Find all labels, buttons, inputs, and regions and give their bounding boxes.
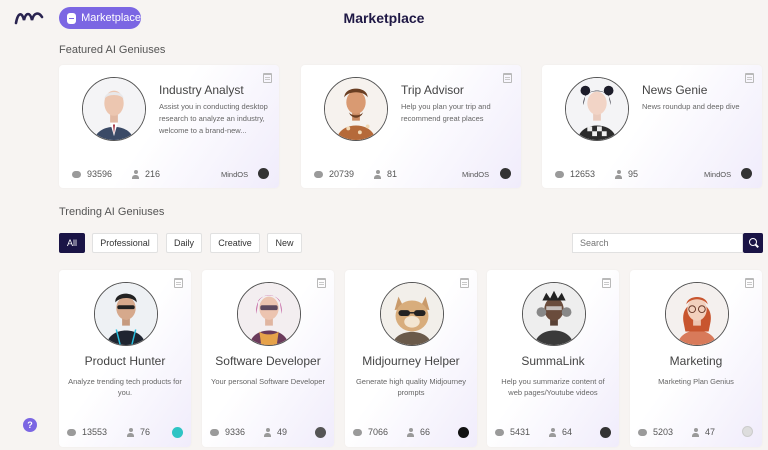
chat-icon	[72, 170, 81, 178]
genius-description: Marketing Plan Genius	[658, 377, 734, 386]
chat-count: 93596	[72, 169, 112, 179]
avatar	[665, 282, 729, 346]
chat-count: 5431	[495, 427, 530, 437]
user-icon	[407, 427, 414, 437]
trash-icon[interactable]	[460, 278, 469, 288]
chat-icon	[67, 428, 76, 436]
user-count: 66	[407, 427, 430, 437]
genius-name: Marketing	[669, 354, 723, 368]
trending-card-marketing[interactable]: Marketing Marketing Plan Genius 5203 47	[630, 270, 762, 447]
chat-icon	[638, 428, 647, 436]
genius-name: Midjourney Helper	[362, 354, 460, 368]
help-button[interactable]: ?	[23, 418, 37, 432]
user-icon	[374, 169, 381, 179]
filter-daily[interactable]: Daily	[166, 233, 202, 253]
owner-badge-icon	[458, 427, 469, 438]
user-icon	[132, 169, 139, 179]
user-icon	[692, 427, 699, 437]
user-icon	[549, 427, 556, 437]
trending-card-software-developer[interactable]: Software Developer Your personal Softwar…	[202, 270, 334, 447]
owner-badge-icon	[741, 168, 752, 179]
owner-badge-icon	[315, 427, 326, 438]
avatar	[324, 77, 388, 141]
owner-label: MindOS	[221, 170, 249, 179]
trash-icon[interactable]	[602, 278, 611, 288]
trash-icon[interactable]	[174, 278, 183, 288]
avatar	[380, 282, 444, 346]
genius-name: Trip Advisor	[401, 83, 464, 97]
genius-description: Analyze trending tech products for you.	[68, 377, 182, 397]
user-count: 49	[264, 427, 287, 437]
chat-icon	[314, 170, 323, 178]
chat-count: 13553	[67, 427, 107, 437]
user-count: 95	[615, 169, 638, 179]
genius-description: Assist you in conducting desktop researc…	[159, 102, 268, 135]
avatar	[82, 77, 146, 141]
search-input[interactable]	[572, 233, 743, 253]
trash-icon[interactable]	[317, 278, 326, 288]
featured-card-industry-analyst[interactable]: Industry Analyst Assist you in conductin…	[59, 65, 279, 188]
user-icon	[264, 427, 271, 437]
user-count: 216	[132, 169, 160, 179]
trash-icon[interactable]	[263, 73, 272, 83]
genius-name: Industry Analyst	[159, 83, 244, 97]
chat-icon	[353, 428, 362, 436]
owner-badge-icon	[600, 427, 611, 438]
genius-name: Software Developer	[215, 354, 321, 368]
avatar	[237, 282, 301, 346]
user-count: 47	[692, 427, 715, 437]
user-icon	[615, 169, 622, 179]
owner-badge-icon	[172, 427, 183, 438]
search-button[interactable]	[743, 233, 763, 253]
genius-name: News Genie	[642, 83, 708, 97]
genius-description: Help you summarize content of web pages/…	[501, 377, 605, 397]
owner-badge-icon	[258, 168, 269, 179]
chat-count: 9336	[210, 427, 245, 437]
trash-icon[interactable]	[745, 73, 754, 83]
genius-description: Your personal Software Developer	[211, 377, 325, 386]
chat-count: 20739	[314, 169, 354, 179]
trash-icon[interactable]	[745, 278, 754, 288]
avatar	[522, 282, 586, 346]
filter-creative[interactable]: Creative	[210, 233, 260, 253]
trending-card-midjourney-helper[interactable]: Midjourney Helper Generate high quality …	[345, 270, 477, 447]
page-title: Marketplace	[343, 10, 425, 26]
genius-description: Help you plan your trip and recommend gr…	[401, 102, 491, 123]
genius-name: Product Hunter	[84, 354, 166, 368]
filter-new[interactable]: New	[267, 233, 302, 253]
filter-all[interactable]: All	[59, 233, 85, 253]
avatar	[565, 77, 629, 141]
owner-label: MindOS	[704, 170, 732, 179]
filter-professional[interactable]: Professional	[92, 233, 158, 253]
featured-heading: Featured AI Geniuses	[59, 44, 166, 56]
trending-card-product-hunter[interactable]: Product Hunter Analyze trending tech pro…	[59, 270, 191, 447]
trending-heading: Trending AI Geniuses	[59, 206, 165, 218]
genius-name: SummaLink	[521, 354, 585, 368]
chat-count: 7066	[353, 427, 388, 437]
trash-icon[interactable]	[503, 73, 512, 83]
trending-card-summalink[interactable]: SummaLink Help you summarize content of …	[487, 270, 619, 447]
owner-label: MindOS	[462, 170, 490, 179]
genius-description: News roundup and deep dive	[642, 102, 740, 111]
featured-card-news-genie[interactable]: News Genie News roundup and deep dive 12…	[542, 65, 762, 188]
owner-badge-icon	[742, 426, 753, 437]
genius-description: Generate high quality Midjourney prompts	[355, 377, 467, 397]
chat-count: 12653	[555, 169, 595, 179]
chat-icon	[210, 428, 219, 436]
chat-icon	[555, 170, 564, 178]
chat-count: 5203	[638, 427, 673, 437]
avatar	[94, 282, 158, 346]
user-count: 81	[374, 169, 397, 179]
owner-badge-icon	[500, 168, 511, 179]
chat-icon	[495, 428, 504, 436]
user-icon	[127, 427, 134, 437]
user-count: 76	[127, 427, 150, 437]
user-count: 64	[549, 427, 572, 437]
featured-card-trip-advisor[interactable]: Trip Advisor Help you plan your trip and…	[301, 65, 521, 188]
